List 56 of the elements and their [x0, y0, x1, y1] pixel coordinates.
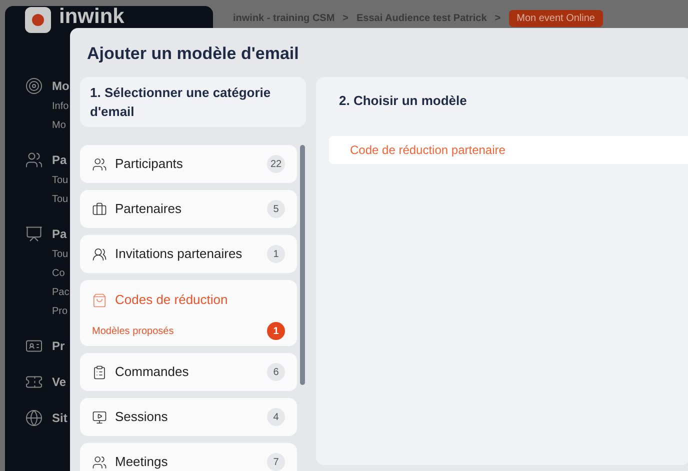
category-item[interactable]: Commandes 6: [80, 353, 297, 391]
category-item[interactable]: Meetings 7: [80, 443, 297, 471]
category-label: Sessions: [115, 408, 169, 426]
count-badge: 1: [267, 322, 285, 340]
nav-section[interactable]: Pa: [52, 149, 68, 171]
count-badge: 5: [267, 200, 285, 218]
nav-section[interactable]: Ve: [52, 371, 66, 393]
briefcase-icon: [92, 202, 107, 216]
count-badge: 7: [267, 453, 285, 471]
nav-link[interactable]: Info: [52, 97, 70, 116]
category-item[interactable]: Partenaires 5: [80, 190, 297, 228]
screen-icon: [92, 410, 107, 424]
group-icon: [92, 246, 107, 262]
nav-link[interactable]: Pro: [52, 302, 70, 321]
category-label: Partenaires: [115, 200, 182, 218]
category-label: Meetings: [115, 453, 169, 471]
event-badge[interactable]: Mon event Online: [508, 10, 603, 26]
clipboard-icon: [92, 364, 107, 380]
nav-section[interactable]: Sit: [52, 407, 68, 429]
category-item[interactable]: Sessions 4: [80, 398, 297, 436]
nav-link[interactable]: Pac: [52, 283, 70, 302]
count-badge: 22: [267, 155, 285, 173]
count-badge: 4: [267, 408, 285, 426]
globe-icon[interactable]: [25, 409, 43, 427]
logo-icon: [25, 7, 51, 33]
nav-link[interactable]: Tou: [52, 171, 68, 190]
users-icon[interactable]: [25, 151, 43, 169]
nav-link[interactable]: Tou: [52, 245, 70, 264]
nav-link[interactable]: Co: [52, 264, 70, 283]
breadcrumb-separator: >: [342, 12, 349, 26]
category-label: Invitations partenaires: [115, 245, 244, 264]
nav-link[interactable]: Mo: [52, 116, 70, 135]
target-icon[interactable]: [25, 77, 43, 95]
category-label: Codes de réduction: [115, 291, 229, 310]
count-badge: 6: [267, 363, 285, 381]
category-label: Commandes: [115, 363, 190, 382]
breadcrumb-separator: >: [494, 12, 501, 26]
logo-text: inwink: [59, 7, 124, 27]
step-header: 1. Sélectionner une catégorie d'email: [80, 77, 306, 127]
nav-section[interactable]: Mo: [52, 75, 70, 97]
users-icon: [92, 454, 107, 470]
bag-icon: [92, 292, 107, 308]
nav-section[interactable]: Pr: [52, 335, 65, 357]
step-title: 2. Choisir un modèle: [338, 92, 468, 110]
template-item[interactable]: Code de réduction partenaire: [329, 136, 688, 164]
scrollbar[interactable]: [300, 145, 305, 385]
category-item[interactable]: Invitations partenaires 1: [80, 235, 297, 273]
users-icon: [92, 156, 107, 172]
category-item[interactable]: Participants 22: [80, 145, 297, 183]
nav-link[interactable]: Tou: [52, 190, 68, 209]
count-badge: 1: [267, 245, 285, 263]
sub-label: Modèles proposés: [92, 324, 175, 338]
category-item[interactable]: Codes de réduction Modèles proposés 1: [80, 280, 297, 346]
nav-section[interactable]: Pa: [52, 223, 70, 245]
modal-title: Ajouter un modèle d'email: [86, 43, 300, 65]
category-label: Participants: [115, 155, 184, 174]
